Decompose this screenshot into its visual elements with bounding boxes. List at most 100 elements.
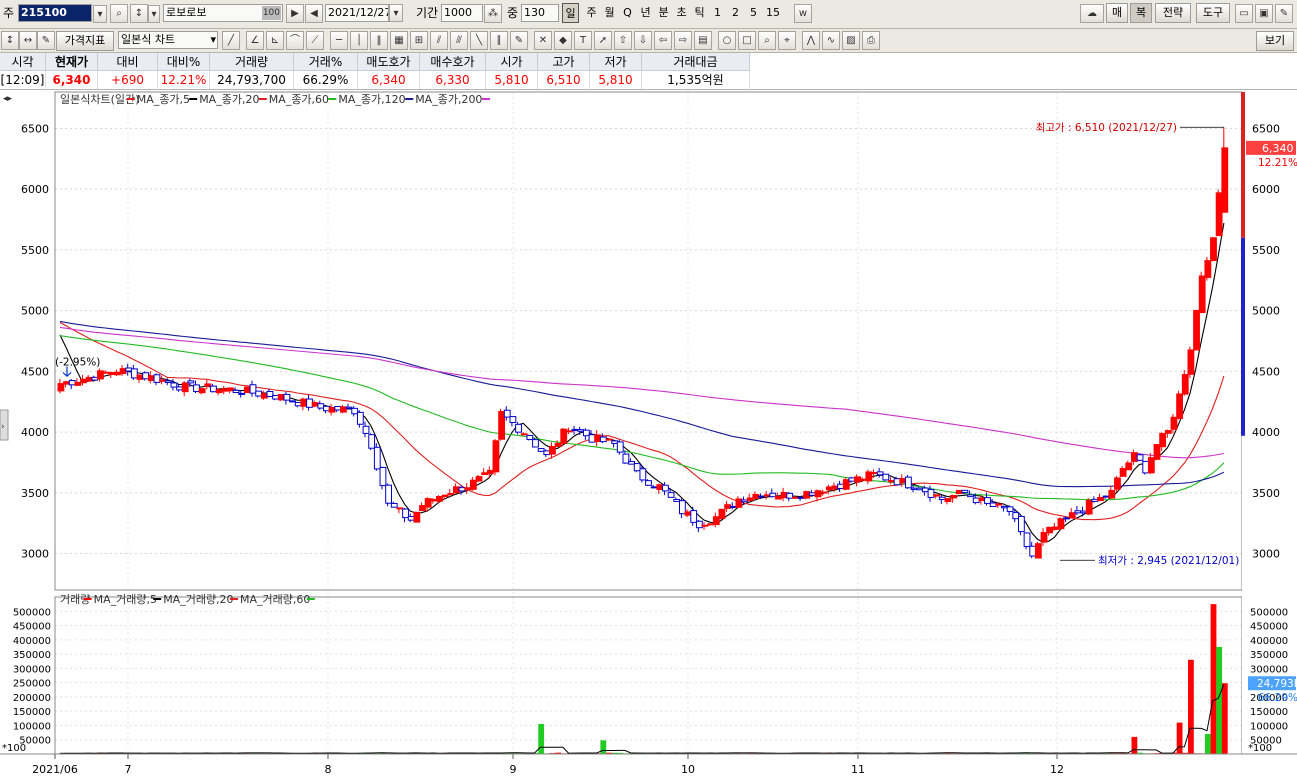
period-input[interactable]: 1000 <box>441 4 483 22</box>
memo-tool-icon[interactable]: ▤ <box>694 31 712 50</box>
up-down-icon[interactable]: ↕ <box>1 31 19 50</box>
date-field[interactable]: 2021/12/27 <box>325 4 389 22</box>
rectangle-tool-icon[interactable]: □ <box>738 31 756 50</box>
candle-body-56 <box>373 446 381 470</box>
chart-settings-icon[interactable]: w <box>794 4 812 23</box>
crosshair-tool-icon[interactable]: ⌖ <box>778 31 796 50</box>
candle-body-120 <box>735 498 743 508</box>
sort-dropdown-icon[interactable]: ▾ <box>148 5 160 23</box>
cycle-button-3[interactable]: Q <box>619 3 636 23</box>
stock-chart[interactable]: 3000 3000 3500 3500 4000 4000 4500 4500 5000 5000… <box>0 90 1297 777</box>
cycle-button-9[interactable]: 2 <box>727 3 744 23</box>
edit-icon[interactable]: ✎ <box>37 31 55 50</box>
calendar-dropdown-icon[interactable]: ▾ <box>389 4 403 22</box>
save-icon[interactable]: ▣ <box>1255 4 1273 23</box>
candle-body-196 <box>1164 430 1172 434</box>
v-lines-tool-icon[interactable]: ‖ <box>370 31 388 50</box>
cycle-button-6[interactable]: 초 <box>673 3 690 23</box>
volume-bar-85 <box>538 724 545 754</box>
cycle-button-2[interactable]: 월 <box>601 3 618 23</box>
quote-table: 시각 [12:09] 현재가 6,340 대비 +690 대비% 12.21% 거래량 24,79… <box>0 53 1297 90</box>
horizontal-tool-icon[interactable]: ─ <box>330 31 348 50</box>
cycle-button-10[interactable]: 5 <box>745 3 762 23</box>
pen-tool-icon[interactable]: ✎ <box>510 31 528 50</box>
cloud-icon[interactable]: ☁ <box>1080 4 1104 23</box>
left-right-icon[interactable]: ↔ <box>19 31 37 50</box>
chart-type-select[interactable]: 일본식 차트 ▾ <box>118 31 218 49</box>
view-button[interactable]: 보기 <box>1256 31 1294 51</box>
angle-tool-icon[interactable]: ⊾ <box>266 31 284 50</box>
parallel-tool-icon[interactable]: ∥ <box>490 31 508 50</box>
diagonal-tool-icon[interactable]: ∠ <box>246 31 264 50</box>
candle-body-1 <box>63 381 70 385</box>
arrow-tool-icon[interactable]: ➚ <box>594 31 612 50</box>
channel-tool-icon[interactable]: ⫽ <box>430 31 448 50</box>
cross-tools-tool-icon[interactable]: ✕ <box>534 31 552 50</box>
chart-type-label: 일본식 차트 <box>121 33 176 46</box>
mid-input[interactable]: 130 <box>521 4 559 22</box>
multi-button[interactable]: 복 <box>1130 3 1152 23</box>
price-indicator-button[interactable]: 가격지표 <box>56 31 114 51</box>
wrench-icon[interactable]: ✎ <box>1275 4 1293 23</box>
main-toolbar: 주 215100 ▾ ⌕ ↕ ▾ 로보로보 100 ▶ ◀ 2021/12/27… <box>0 0 1297 29</box>
cycle-button-7[interactable]: 틱 <box>691 3 708 23</box>
high-annotation: 최고가 : 6,510 (2021/12/27) <box>1036 122 1177 134</box>
prev-icon[interactable]: ◀ <box>305 4 323 23</box>
tools-button[interactable]: 도구 <box>1196 3 1230 23</box>
candle-body-152 <box>916 487 924 491</box>
grid-lines-tool-icon[interactable]: ▦ <box>390 31 408 50</box>
eraser-tool-icon[interactable]: ▨ <box>842 31 860 50</box>
candle-body-105 <box>650 486 658 489</box>
pattern-tool-icon[interactable]: ⋀ <box>802 31 820 50</box>
left-arrow-tool-icon[interactable]: ⇦ <box>654 31 672 50</box>
down-arrow-tool-icon[interactable]: ⇩ <box>634 31 652 50</box>
candle-body-13 <box>130 368 138 379</box>
candle-body-86 <box>543 450 551 456</box>
volume-tick-left-1: 100000 <box>13 721 51 732</box>
volume-legend-2: MA_거래량,20 <box>163 593 233 606</box>
fill-tool-icon[interactable]: ◆ <box>554 31 572 50</box>
cycle-button-8[interactable]: 1 <box>709 3 726 23</box>
candle-body-154 <box>927 489 935 498</box>
cycle-button-5[interactable]: 분 <box>655 3 672 23</box>
candle-body-184 <box>1097 496 1104 502</box>
circle-tool-icon[interactable]: ○ <box>718 31 736 50</box>
candle-body-54 <box>362 425 370 434</box>
cycle-button-1[interactable]: 주 <box>583 3 600 23</box>
up-arrow-tool-icon[interactable]: ⇧ <box>614 31 632 50</box>
arc-tool-icon[interactable]: ⌒ <box>286 31 304 50</box>
sort-icon[interactable]: ↕ <box>130 4 148 23</box>
line-tool-icon[interactable]: ╱ <box>222 31 240 50</box>
cycle-button-11[interactable]: 15 <box>763 3 783 23</box>
cycle-button-0[interactable]: 일 <box>562 3 579 23</box>
wave-tool-icon[interactable]: ∿ <box>822 31 840 50</box>
right-arrow-tool-icon[interactable]: ⇨ <box>674 31 692 50</box>
pitchfork-tool-icon[interactable]: ⫻ <box>450 31 468 50</box>
candle-body-88 <box>554 442 562 447</box>
fan-tool-icon[interactable]: ⟋ <box>306 31 324 50</box>
search-icon[interactable]: ⌕ <box>110 4 128 23</box>
vertical-tool-icon[interactable]: │ <box>350 31 368 50</box>
volume-tick-left-8: 450000 <box>13 622 51 633</box>
volume-bar-203 <box>1204 734 1211 754</box>
stock-name-field[interactable]: 로보로보 100 <box>163 4 283 22</box>
next-icon[interactable]: ▶ <box>286 4 304 23</box>
folder-icon[interactable]: ▭ <box>1235 4 1253 23</box>
candle-body-8 <box>102 371 110 374</box>
candle-body-150 <box>905 476 912 489</box>
trend-tool-icon[interactable]: ╲ <box>470 31 488 50</box>
zoom-tool-icon[interactable]: ⌕ <box>758 31 776 50</box>
fib-tool-icon[interactable]: ⊞ <box>410 31 428 50</box>
cycle-button-4[interactable]: 년 <box>637 3 654 23</box>
candle-body-34 <box>249 384 257 394</box>
order-button[interactable]: 매 <box>1106 3 1128 23</box>
period-toggle-icon[interactable]: ⁂ <box>484 4 502 23</box>
candle-body-36 <box>260 393 268 399</box>
print-tool-icon[interactable]: ⎙ <box>862 31 880 50</box>
text-tool-icon[interactable]: T <box>574 31 592 50</box>
candle-body-173 <box>1034 543 1042 559</box>
code-input[interactable]: 215100 <box>18 4 92 22</box>
code-dropdown-icon[interactable]: ▾ <box>93 5 107 23</box>
strategy-button[interactable]: 전략 <box>1155 3 1191 23</box>
candle-body-188 <box>1119 468 1127 477</box>
